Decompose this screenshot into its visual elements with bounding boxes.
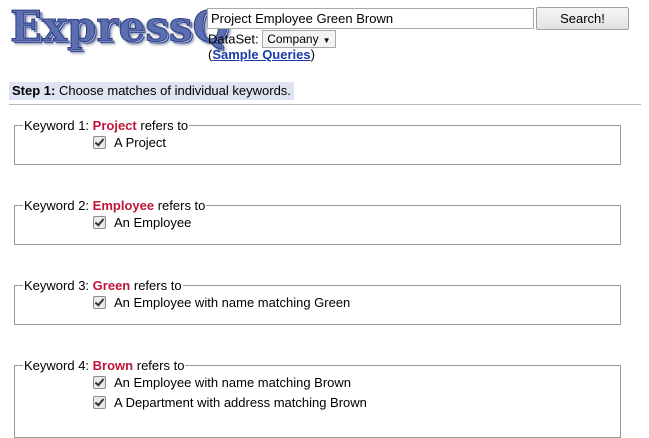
dataset-label: DataSet: [208, 31, 259, 47]
keyword-4-legend: Keyword 4: Brown refers to [23, 358, 185, 373]
checkbox-checked-icon[interactable] [93, 296, 106, 309]
dropdown-arrow-icon: ▼ [322, 36, 331, 45]
keyword-2-option-1[interactable]: An Employee [93, 213, 620, 233]
search-button[interactable]: Search! [536, 7, 629, 30]
checkbox-checked-icon[interactable] [93, 376, 106, 389]
keyword-1-option-1[interactable]: A Project [93, 133, 620, 153]
dataset-row: DataSet: Company ▼ [208, 30, 336, 48]
keyword-1-legend: Keyword 1: Project refers to [23, 118, 189, 133]
keyword-3-word: Green [92, 278, 131, 293]
keyword-4-option-2[interactable]: A Department with address matching Brown [93, 393, 620, 413]
keyword-4-prefix: Keyword 4: [24, 358, 90, 373]
search-input[interactable] [207, 8, 534, 29]
keyword-3-group: Keyword 3: Green refers to An Employee w… [14, 278, 621, 325]
divider [9, 104, 641, 105]
option-label: A Department with address matching Brown [114, 395, 367, 410]
keyword-2-word: Employee [92, 198, 155, 213]
sample-queries-row: (Sample Queries) [208, 47, 315, 62]
keyword-2-legend: Keyword 2: Employee refers to [23, 198, 206, 213]
step1-label: Step 1: [12, 83, 56, 98]
dataset-select[interactable]: Company ▼ [262, 30, 336, 48]
keyword-4-option-1[interactable]: An Employee with name matching Brown [93, 373, 620, 393]
keyword-2-group: Keyword 2: Employee refers to An Employe… [14, 198, 621, 245]
step1-text: Choose matches of individual keywords. [55, 83, 291, 98]
keyword-1-suffix: refers to [140, 118, 189, 133]
sample-queries-link[interactable]: Sample Queries [212, 47, 310, 62]
sample-close-paren: ) [310, 47, 315, 62]
keyword-4-word: Brown [92, 358, 134, 373]
step1-heading: Step 1: Choose matches of individual key… [9, 82, 294, 100]
option-label: An Employee with name matching Green [114, 295, 351, 310]
option-label: An Employee [114, 215, 192, 230]
keyword-4-group: Keyword 4: Brown refers to An Employee w… [14, 358, 621, 438]
keyword-3-option-1[interactable]: An Employee with name matching Green [93, 293, 620, 313]
checkbox-checked-icon[interactable] [93, 216, 106, 229]
checkbox-checked-icon[interactable] [93, 396, 106, 409]
expressq-logo: ExpressQ [9, 2, 230, 52]
keyword-1-group: Keyword 1: Project refers to A Project [14, 118, 621, 165]
keyword-4-suffix: refers to [136, 358, 185, 373]
keyword-2-prefix: Keyword 2: [24, 198, 90, 213]
keyword-1-prefix: Keyword 1: [24, 118, 90, 133]
keyword-2-suffix: refers to [157, 198, 206, 213]
keyword-3-prefix: Keyword 3: [24, 278, 90, 293]
checkbox-checked-icon[interactable] [93, 136, 106, 149]
dataset-selected-value: Company [267, 32, 319, 46]
keyword-3-suffix: refers to [133, 278, 182, 293]
keyword-3-legend: Keyword 3: Green refers to [23, 278, 183, 293]
keyword-1-word: Project [92, 118, 137, 133]
option-label: An Employee with name matching Brown [114, 375, 352, 390]
option-label: A Project [114, 135, 167, 150]
